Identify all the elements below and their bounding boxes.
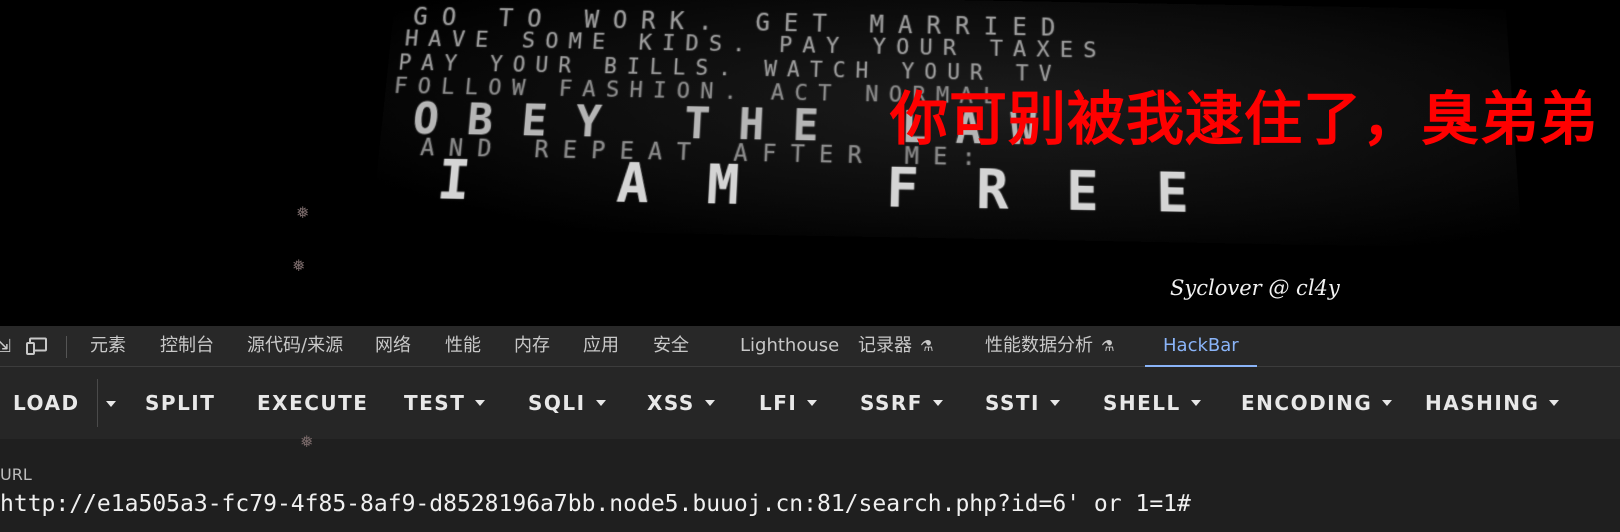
inspect-element-icon[interactable]: ⇲ [0,326,11,366]
chevron-down-icon [475,400,485,406]
ssti-menu-button[interactable]: SSTI [985,367,1060,439]
tab-memory[interactable]: 内存 [514,326,550,366]
tab-network[interactable]: 网络 [375,326,411,366]
tab-recorder[interactable]: 记录器 ⚗ [858,326,933,366]
tab-hackbar[interactable]: HackBar [1163,326,1239,366]
chevron-down-icon [933,400,943,406]
flask-icon: ⚗ [920,326,933,366]
snowflake-icon: ❅ [300,435,313,451]
execute-button[interactable]: EXECUTE [257,367,368,439]
tab-security[interactable]: 安全 [653,326,689,366]
chevron-down-icon [705,400,715,406]
tab-console[interactable]: 控制台 [160,326,214,366]
tab-performance[interactable]: 性能 [445,326,481,366]
url-input[interactable]: http://e1a505a3-fc79-4f85-8af9-d8528196a… [0,491,1191,517]
test-menu-button[interactable]: TEST [404,367,485,439]
devtools-tab-bar: ⇲ 元素 控制台 源代码/来源 网络 性能 内存 应用 安全 Lighthous… [0,326,1620,367]
overlay-heading: 你可别被我逮住了，臭弟弟 [890,72,1598,156]
url-label: URL [0,465,32,484]
sqli-menu-button[interactable]: SQLI [528,367,606,439]
chevron-down-icon [1549,400,1559,406]
split-button[interactable]: SPLIT [145,367,215,439]
hashing-menu-button[interactable]: HASHING [1425,367,1559,439]
toolbar-divider [97,379,98,427]
tab-elements[interactable]: 元素 [90,326,126,366]
hackbar-toolbar: LOAD SPLIT EXECUTE TEST SQLI XSS LFI SSR… [0,367,1620,439]
chevron-down-icon [1050,400,1060,406]
chevron-down-icon [1382,400,1392,406]
chevron-down-icon [807,400,817,406]
flask-icon: ⚗ [1101,326,1114,366]
load-button[interactable]: LOAD [13,367,80,439]
toolbar-divider [66,336,67,358]
xss-menu-button[interactable]: XSS [647,367,715,439]
shell-menu-button[interactable]: SHELL [1103,367,1201,439]
author-credit: Syclover @ cl4y [1170,276,1340,300]
device-toolbar-icon[interactable] [26,337,48,355]
page-hero: GO TO WORK. GET MARRIED HAVE SOME KIDS. … [0,0,1620,326]
chevron-down-icon [596,400,606,406]
snowflake-icon: ❅ [292,259,305,275]
lfi-menu-button[interactable]: LFI [759,367,817,439]
tab-lighthouse[interactable]: Lighthouse [740,326,839,366]
url-panel: ❅ URL http://e1a505a3-fc79-4f85-8af9-d85… [0,439,1620,532]
chevron-down-icon [1191,400,1201,406]
ssrf-menu-button[interactable]: SSRF [860,367,943,439]
tab-application[interactable]: 应用 [583,326,619,366]
load-options-dropdown[interactable] [106,401,116,407]
snowflake-icon: ❅ [296,206,309,222]
tab-sources[interactable]: 源代码/来源 [247,326,343,366]
tab-performance-insights[interactable]: 性能数据分析 ⚗ [985,326,1114,366]
encoding-menu-button[interactable]: ENCODING [1241,367,1392,439]
